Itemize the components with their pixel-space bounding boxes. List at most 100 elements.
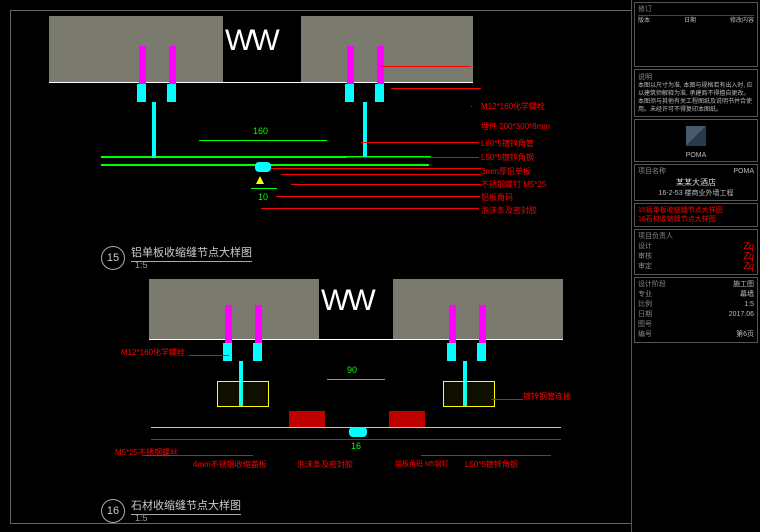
rev-header: 修订 bbox=[638, 5, 652, 15]
anchor-bolt bbox=[139, 46, 146, 86]
label16-l1: M5*25不锈钢螺丝 bbox=[115, 447, 178, 458]
title-number: 15 bbox=[101, 246, 125, 270]
major-value: 幕墙 bbox=[740, 290, 754, 300]
title-text: 铝单板收缩缝节点大样图 bbox=[131, 247, 252, 262]
label-4: 3mm厚铝单板 bbox=[481, 166, 531, 177]
label-1: 埋件 200*300*8mm bbox=[481, 121, 550, 132]
anchor-bolt bbox=[449, 305, 456, 345]
leader bbox=[261, 208, 479, 209]
sheet-title-1: 15铝单板收缩缝节点大样图 bbox=[638, 206, 754, 215]
serial-label: 编号 bbox=[638, 330, 652, 340]
sheet-titles-box: 15铝单板收缩缝节点大样图 16石材收缩缝节点大样图 bbox=[634, 203, 758, 227]
anchor-bolt bbox=[479, 305, 486, 345]
gap-zigzag: WW bbox=[321, 271, 393, 337]
concrete-slab-right bbox=[301, 16, 473, 82]
rev-col: 修改内容 bbox=[730, 16, 754, 26]
major-label: 专业 bbox=[638, 290, 652, 300]
anchor-nut bbox=[253, 343, 262, 361]
detail-16-group: WW 90 16 M12*160化学螺栓 M5*25不锈钢螺丝 4mm不锈钢收缩… bbox=[21, 279, 621, 523]
leader bbox=[421, 455, 551, 456]
label16-r0: 镀锌钢管连接 bbox=[523, 391, 571, 402]
title-scale: 1:5 bbox=[135, 513, 148, 523]
sealant-joint bbox=[255, 162, 271, 172]
stone-clip-left bbox=[289, 411, 325, 427]
slab-soffit bbox=[49, 82, 473, 83]
detail-15-title: 15 铝单板收缩缝节点大样图 1:5 bbox=[101, 244, 252, 271]
label-2: L60*5镀锌角管 bbox=[481, 138, 534, 149]
company-logo-icon bbox=[686, 126, 706, 146]
role-label: 审定 bbox=[638, 262, 652, 272]
company-name: POMA bbox=[686, 152, 707, 159]
signatures-box: 项目负责人 设计Zq 审核Zq 审定Zq bbox=[634, 229, 758, 275]
title-scale: 1:5 bbox=[135, 260, 148, 270]
detail-15-group: WW 160 10 M12*160化学螺栓 埋件 200*300 bbox=[21, 16, 621, 276]
subproject: 某某大酒店 bbox=[638, 177, 754, 188]
dim-16: 16 bbox=[351, 441, 361, 451]
anchor-nut bbox=[447, 343, 456, 361]
steel-drop bbox=[363, 102, 367, 158]
label-7: 泡沫条及密封胶 bbox=[481, 205, 537, 216]
detail-16-title: 16 石材收缩缝节点大样图 1:5 bbox=[101, 497, 241, 524]
anchor-bolt bbox=[225, 305, 232, 345]
stage-value: 施工图 bbox=[733, 280, 754, 290]
joint-marker bbox=[256, 176, 264, 184]
anchor-bolt bbox=[169, 46, 176, 86]
anchor-nut bbox=[345, 84, 354, 102]
role-label: 项目负责人 bbox=[638, 232, 673, 242]
concrete-slab-left bbox=[49, 16, 223, 82]
date-label: 日期 bbox=[638, 310, 652, 320]
notes-title: 说明 bbox=[638, 72, 754, 82]
leader bbox=[491, 399, 523, 400]
sheet-title-2: 16石材收缩缝节点大样图 bbox=[638, 215, 754, 224]
leader bbox=[276, 196, 480, 197]
serial-value: 第6页 bbox=[736, 330, 754, 340]
leader bbox=[271, 168, 481, 169]
revisions-box: 修订 版本 日期 修改内容 bbox=[634, 2, 758, 67]
leader bbox=[281, 174, 481, 175]
dim-160: 160 bbox=[253, 126, 268, 136]
alu-panel-right bbox=[269, 164, 429, 166]
scale-label: 比例 bbox=[638, 300, 652, 310]
title-number: 16 bbox=[101, 499, 125, 523]
dim-line bbox=[251, 188, 277, 189]
label16-l3: 泡沫条及密封胶 bbox=[297, 459, 353, 470]
anchor-nut bbox=[223, 343, 232, 361]
steel-channel-right bbox=[443, 381, 495, 407]
project-label: 项目名称 bbox=[638, 167, 666, 177]
project-box: 项目名称POMA 某某大酒店 16-2-53 楼商业外墙工程 bbox=[634, 164, 758, 201]
leader bbox=[291, 184, 481, 185]
dim-line bbox=[199, 140, 327, 141]
scale-value: 1:5 bbox=[744, 300, 754, 310]
sealant-joint bbox=[349, 427, 367, 437]
titleblock-sidebar: 修订 版本 日期 修改内容 说明 本图以尺寸为准, 本图与规格若有出入时, 应以… bbox=[631, 0, 760, 532]
dim-90: 90 bbox=[347, 365, 357, 375]
gap-line bbox=[327, 379, 385, 380]
label-5: 不锈钢螺钉 M5*25 bbox=[481, 179, 546, 190]
company-box: POMA bbox=[634, 119, 758, 162]
label16-l2: 4mm不锈钢收缩盖板 bbox=[193, 459, 267, 470]
rev-col: 日期 bbox=[684, 16, 696, 26]
leader bbox=[189, 355, 229, 356]
steel-drop bbox=[152, 102, 156, 158]
steel-channel-left bbox=[217, 381, 269, 407]
leader bbox=[381, 66, 471, 67]
gap-zigzag: WW bbox=[225, 11, 301, 81]
anchor-bolt bbox=[347, 46, 354, 86]
slab-soffit bbox=[149, 339, 563, 340]
label-0: M12*160化学螺栓 bbox=[481, 101, 545, 112]
notes-box: 说明 本图以尺寸为准, 本图与规格若有出入时, 应以建筑师解释为准, 承建商不得… bbox=[634, 69, 758, 117]
leader bbox=[347, 157, 479, 158]
rev-col: 版本 bbox=[638, 16, 650, 26]
meta-box: 设计阶段施工图 专业幕墙 比例1:5 日期2017.06 图号 编号第6页 bbox=[634, 277, 758, 343]
anchor-nut bbox=[477, 343, 486, 361]
stone-clip-right bbox=[389, 411, 425, 427]
leader bbox=[361, 142, 479, 143]
anchor-nut bbox=[137, 84, 146, 102]
stage-label: 设计阶段 bbox=[638, 280, 666, 290]
label16-r2: 铝板角码 M5钢钉 bbox=[395, 459, 449, 469]
sheet-code: 16-2-53 楼商业外墙工程 bbox=[638, 188, 754, 198]
anchor-nut bbox=[167, 84, 176, 102]
dim-10: 10 bbox=[258, 192, 268, 202]
cad-drawing-canvas: WW 160 10 M12*160化学螺栓 埋件 200*300 bbox=[10, 10, 632, 524]
role-label: 审核 bbox=[638, 252, 652, 262]
